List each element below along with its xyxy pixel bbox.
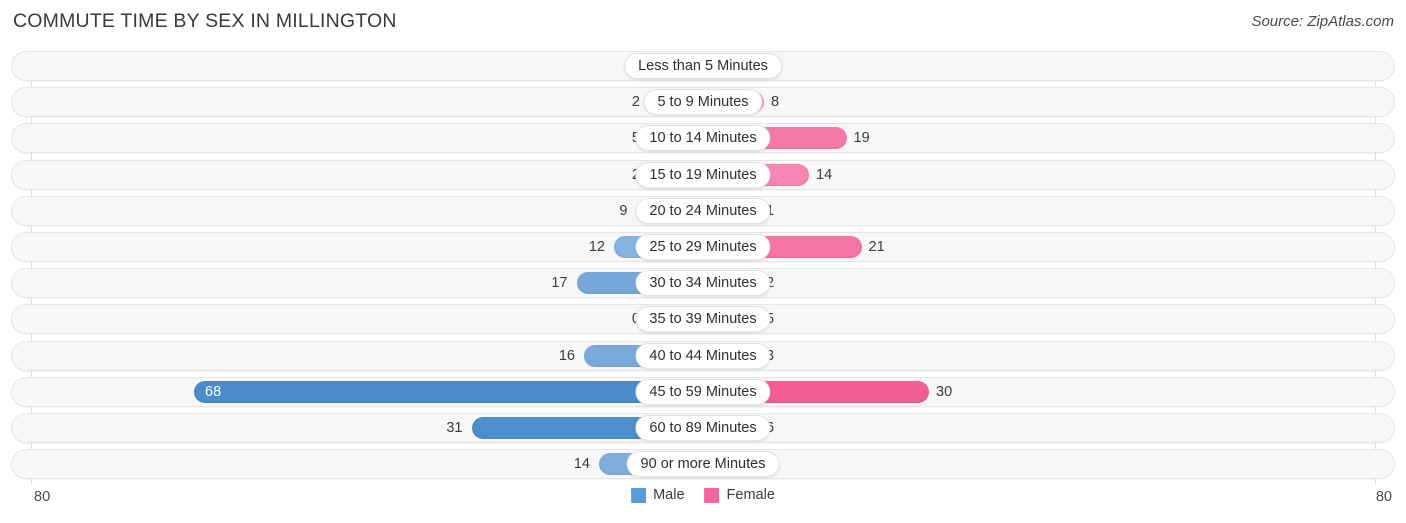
bar-value-female: 30	[936, 383, 953, 400]
plot-area: 00Less than 5 Minutes285 to 9 Minutes519…	[0, 51, 1406, 486]
category-label: 25 to 29 Minutes	[635, 234, 771, 260]
bar-value-male: 68	[205, 383, 222, 400]
legend-swatch-icon	[704, 487, 720, 503]
legend-swatch-icon	[631, 487, 647, 503]
category-label: 60 to 89 Minutes	[635, 415, 771, 441]
row-inner: 51910 to 14 Minutes	[12, 124, 1394, 152]
table-row[interactable]: 21415 to 19 Minutes	[11, 159, 1395, 190]
table-row[interactable]: 31660 to 89 Minutes	[11, 413, 1395, 443]
bar-value-male: 16	[558, 347, 575, 364]
row-inner: 00Less than 5 Minutes	[12, 52, 1394, 80]
category-label: 20 to 24 Minutes	[635, 197, 771, 224]
row-inner: 14090 or more Minutes	[12, 450, 1394, 478]
row-inner: 0535 to 39 Minutes	[12, 305, 1394, 333]
table-row[interactable]: 68 30 45 to 59 Minutes	[11, 376, 1395, 407]
legend-item-female[interactable]: Female	[704, 487, 775, 503]
category-label: 35 to 39 Minutes	[635, 306, 771, 333]
table-row[interactable]: 12 21 25 to 29 Minutes	[11, 232, 1395, 262]
source-attribution: Source: ZipAtlas.com	[1251, 13, 1394, 30]
row-inner: 31660 to 89 Minutes	[12, 414, 1394, 442]
table-row[interactable]: 17230 to 34 Minutes	[11, 268, 1395, 299]
bar-value-male: 31	[446, 420, 463, 436]
table-row[interactable]: 0535 to 39 Minutes	[11, 304, 1395, 335]
table-row[interactable]: 14090 or more Minutes	[11, 449, 1395, 480]
table-row[interactable]: 9120 to 24 Minutes	[11, 195, 1395, 226]
bar-value-male: 2	[631, 94, 640, 111]
table-row[interactable]: 16340 to 44 Minutes	[11, 340, 1395, 371]
bar-value-female: 21	[868, 239, 885, 255]
table-row[interactable]: 2 8 5 to 9 Minutes	[11, 87, 1395, 118]
row-inner: 9120 to 24 Minutes	[12, 197, 1394, 225]
table-row[interactable]: 51910 to 14 Minutes	[11, 123, 1395, 154]
bar-value-male: 9	[619, 202, 628, 219]
category-label: 40 to 44 Minutes	[635, 342, 771, 369]
category-label: 15 to 19 Minutes	[635, 161, 771, 188]
legend-item-male[interactable]: Male	[631, 487, 685, 503]
row-inner: 68 30 45 to 59 Minutes	[12, 378, 1394, 406]
category-label: 10 to 14 Minutes	[635, 125, 771, 152]
category-label: 45 to 59 Minutes	[635, 378, 771, 405]
bar-value-female: 19	[853, 130, 870, 147]
chart-legend: Male Female	[631, 487, 775, 503]
category-label: 5 to 9 Minutes	[643, 89, 763, 116]
axis-max-right: 80	[1375, 489, 1392, 505]
bar-value-male: 14	[573, 456, 590, 473]
page-title: COMMUTE TIME BY SEX IN MILLINGTON	[13, 10, 397, 32]
category-label: 30 to 34 Minutes	[635, 270, 771, 297]
bar-value-male: 12	[588, 239, 605, 255]
bar-value-female: 14	[816, 166, 833, 183]
row-inner: 2 8 5 to 9 Minutes	[12, 88, 1394, 116]
row-inner: 16340 to 44 Minutes	[12, 342, 1394, 370]
chart-footer: 80 80 Male Female	[0, 486, 1406, 523]
bar-value-male: 17	[551, 275, 568, 292]
legend-label: Male	[653, 487, 685, 503]
legend-label: Female	[726, 487, 775, 503]
table-row[interactable]: 00Less than 5 Minutes	[11, 51, 1395, 81]
category-label: Less than 5 Minutes	[624, 53, 782, 79]
row-inner: 12 21 25 to 29 Minutes	[12, 233, 1394, 261]
category-label: 90 or more Minutes	[626, 451, 780, 478]
chart-root: COMMUTE TIME BY SEX IN MILLINGTON Source…	[0, 0, 1406, 523]
row-inner: 17230 to 34 Minutes	[12, 269, 1394, 297]
axis-max-left: 80	[34, 489, 51, 505]
row-inner: 21415 to 19 Minutes	[12, 161, 1394, 189]
bar-value-female: 8	[771, 94, 780, 111]
bar-male[interactable]	[194, 380, 704, 403]
